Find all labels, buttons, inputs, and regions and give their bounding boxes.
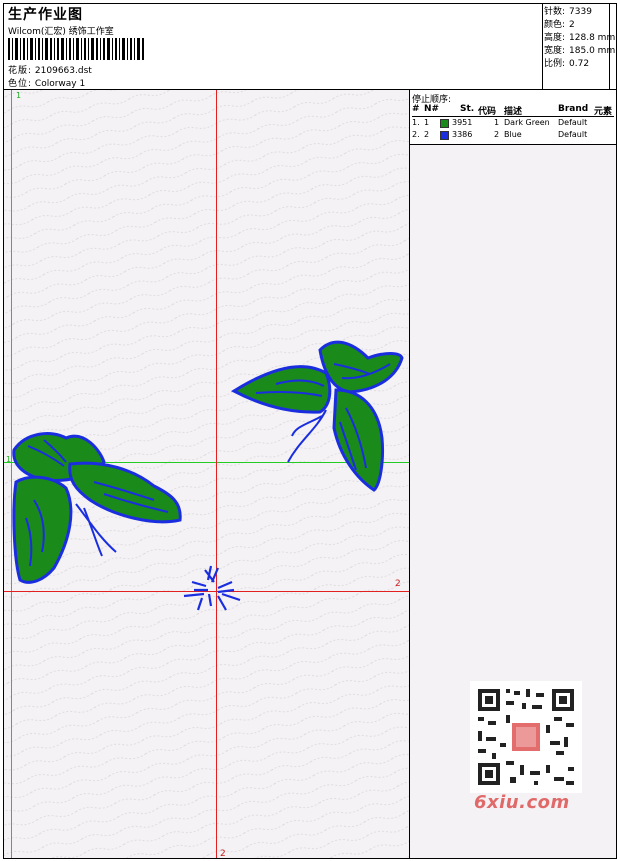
colorway-label: 色位: — [8, 79, 33, 89]
embroidery-design — [12, 340, 404, 611]
design-file-label: 花版: — [8, 66, 33, 76]
stats-divider — [542, 4, 543, 89]
col-stitches: St. — [460, 104, 475, 114]
design-file-line: 花版: 2109663.dst — [8, 63, 92, 76]
col-code: 代码 — [478, 107, 497, 117]
color-swatch — [440, 119, 449, 130]
col-element: 元素 — [594, 107, 613, 117]
stats-panel: 针数: 7339 颜色: 2 高度: 128.8 mm 宽度: 185.0 mm 比例:… — [544, 6, 615, 71]
stop-sequence-panel: 停止顺序: # N# St. 代码 描述 Brand 元素 1. 1 3951 … — [410, 90, 616, 145]
studio-name: Wilcom(汇宏) 绣饰工作室 — [8, 27, 114, 37]
stat-width: 宽度: 185.0 mm — [544, 46, 616, 56]
stop-sequence-header: # N# St. 代码 描述 Brand 元素 — [412, 104, 614, 117]
color-swatch — [440, 131, 449, 142]
stat-height: 高度: 128.8 mm — [544, 33, 616, 43]
design-canvas: 1 1 2 2 — [4, 90, 410, 858]
stat-stitches: 针数: 7339 — [544, 7, 592, 17]
stat-colors: 颜色: 2 — [544, 20, 575, 30]
butterfly-left — [12, 432, 182, 584]
col-number: N# — [424, 104, 440, 114]
butterfly-right — [230, 340, 404, 492]
stat-scale: 比例: 0.72 — [544, 59, 590, 69]
small-flower-motif — [183, 565, 241, 611]
col-description: 描述 — [504, 107, 523, 117]
colorway-value: Colorway 1 — [34, 79, 86, 89]
watermark-brand: 6xiu.com — [474, 792, 570, 813]
col-brand: Brand — [558, 104, 589, 114]
table-row: 1. 1 3951 1 Dark Green Default — [412, 118, 614, 130]
colorway-line: 色位: Colorway 1 — [8, 76, 85, 89]
barcode — [8, 38, 144, 60]
sheet-title: 生产作业图 — [8, 7, 83, 23]
table-row: 2. 2 3386 2 Blue Default — [412, 130, 614, 142]
qr-code — [470, 681, 582, 793]
production-sheet: 生产作业图 Wilcom(汇宏) 绣饰工作室 花版: 2109663.dst 色… — [3, 3, 617, 859]
design-file-value: 2109663.dst — [34, 66, 92, 76]
col-index: # — [412, 104, 420, 114]
